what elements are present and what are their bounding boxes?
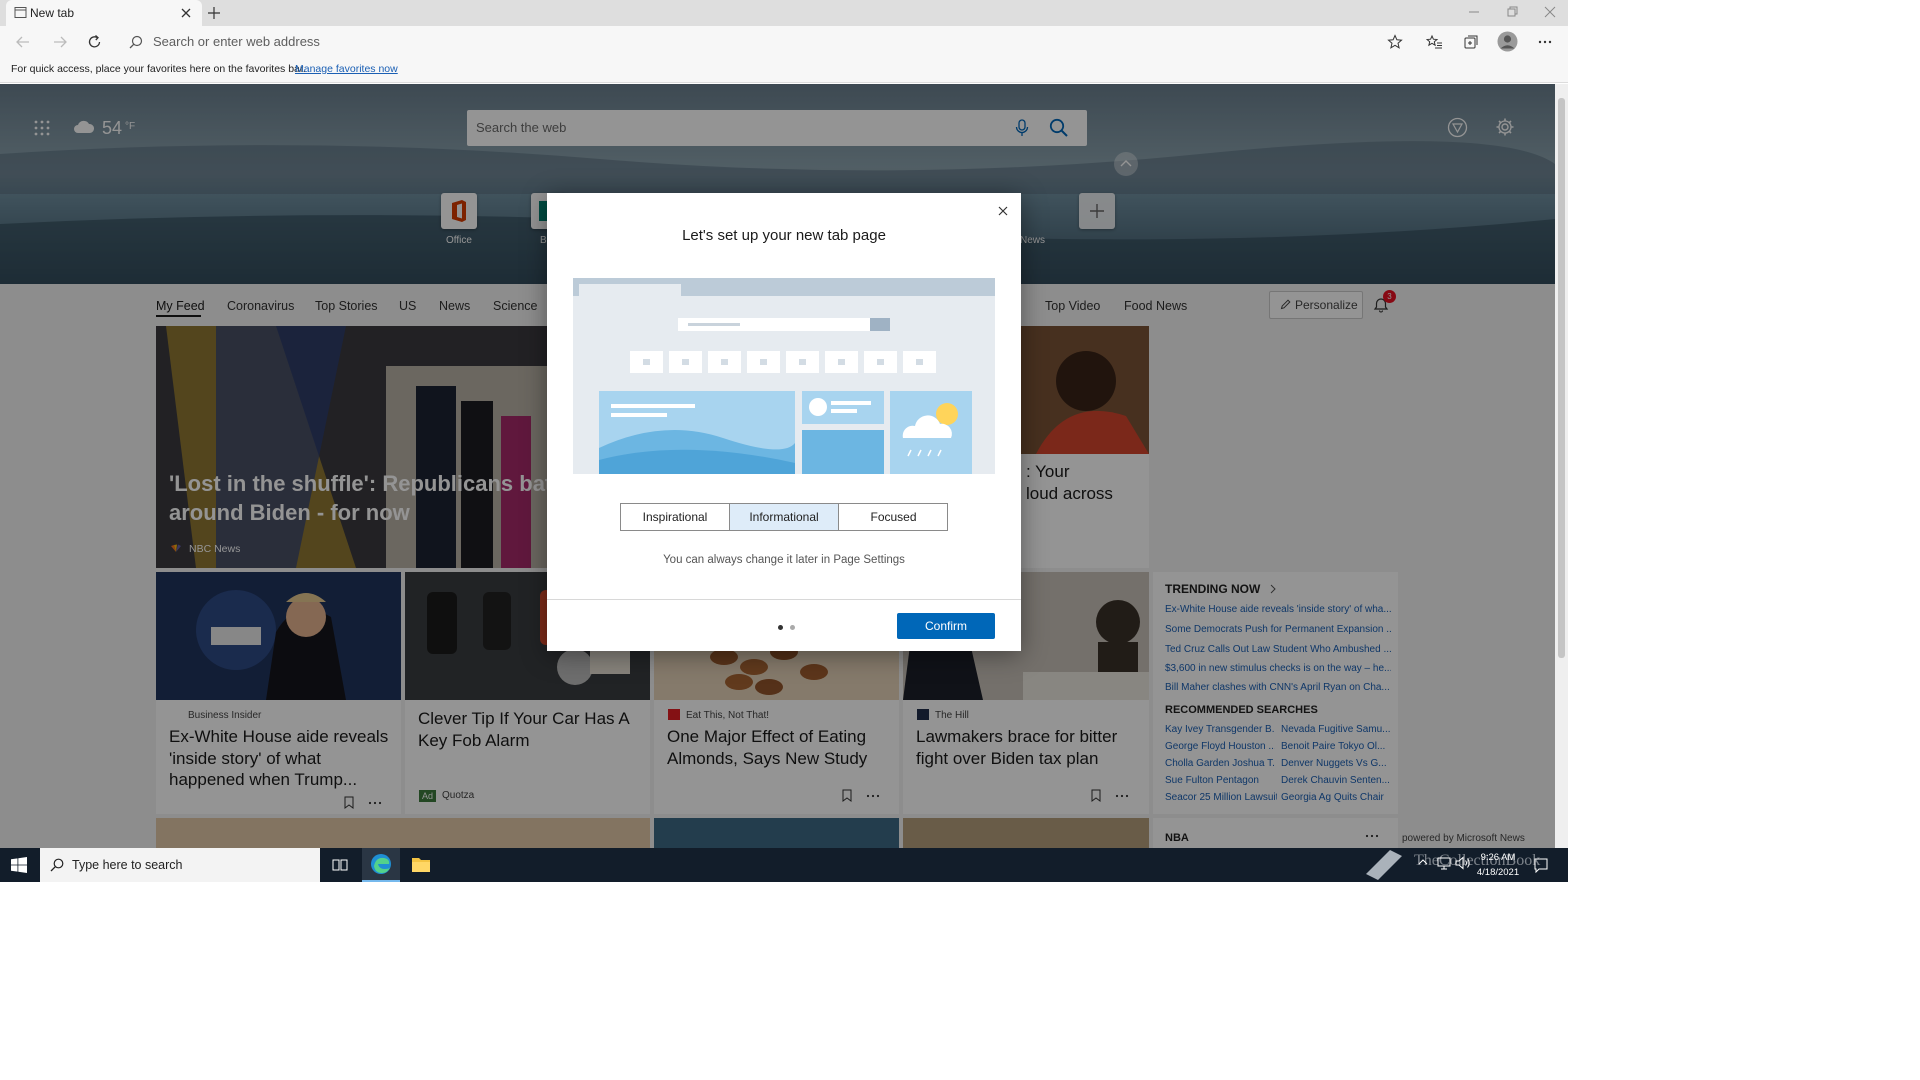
back-icon[interactable] [15, 34, 31, 50]
window-close-icon[interactable] [1542, 5, 1558, 19]
option-inspirational[interactable]: Inspirational [621, 504, 730, 530]
taskbar-time[interactable]: 9:26 AM [1476, 852, 1520, 863]
file-explorer-taskbar-button[interactable] [402, 848, 440, 882]
close-icon[interactable] [178, 5, 194, 21]
layout-selector: Inspirational Informational Focused [620, 503, 948, 531]
minimize-icon[interactable] [1466, 5, 1482, 19]
layout-preview-illustration [573, 278, 995, 474]
favorites-bar-message: For quick access, place your favorites h… [11, 63, 306, 75]
favorites-icon[interactable] [1426, 34, 1443, 50]
search-icon [129, 35, 143, 49]
edge-taskbar-button[interactable] [362, 848, 400, 882]
page-dot-active[interactable] [778, 625, 783, 630]
tab-strip [0, 0, 1568, 26]
task-view-icon[interactable] [332, 857, 348, 873]
tab-title: New tab [30, 6, 75, 20]
notebook-icon [1362, 846, 1406, 880]
profile-avatar[interactable] [1497, 31, 1518, 52]
edge-icon [371, 854, 391, 874]
new-tab-button[interactable] [205, 4, 223, 22]
folder-icon [412, 858, 430, 872]
show-hidden-icons-chevron[interactable] [1418, 858, 1428, 866]
confirm-button[interactable]: Confirm [897, 613, 995, 639]
option-focused[interactable]: Focused [839, 504, 948, 530]
windows-start-icon[interactable] [11, 857, 27, 873]
action-center-icon[interactable] [1533, 857, 1549, 873]
forward-icon[interactable] [52, 34, 68, 50]
dialog-divider [547, 599, 1021, 600]
scrollbar-thumb[interactable] [1558, 98, 1565, 658]
setup-dialog: Let's set up your new tab page Inspirati… [547, 193, 1021, 651]
volume-icon[interactable] [1455, 856, 1471, 870]
refresh-icon[interactable] [86, 33, 103, 50]
dialog-title: Let's set up your new tab page [682, 227, 886, 244]
page-dot[interactable] [790, 625, 795, 630]
taskbar-search-placeholder: Type here to search [72, 858, 183, 872]
option-informational[interactable]: Informational [730, 504, 839, 530]
search-icon [50, 858, 64, 872]
manage-favorites-link[interactable]: Manage favorites now [295, 63, 398, 75]
add-favorite-star-icon[interactable] [1387, 34, 1403, 50]
dialog-close-icon[interactable] [996, 204, 1010, 218]
address-placeholder: Search or enter web address [153, 34, 320, 49]
dialog-hint: You can always change it later in Page S… [663, 554, 905, 566]
restore-icon[interactable] [1504, 5, 1520, 19]
more-menu-icon[interactable] [1537, 34, 1553, 50]
taskbar-date[interactable]: 4/18/2021 [1472, 867, 1524, 878]
collections-icon[interactable] [1463, 34, 1479, 50]
page-icon [14, 6, 27, 19]
network-icon[interactable] [1436, 856, 1452, 870]
